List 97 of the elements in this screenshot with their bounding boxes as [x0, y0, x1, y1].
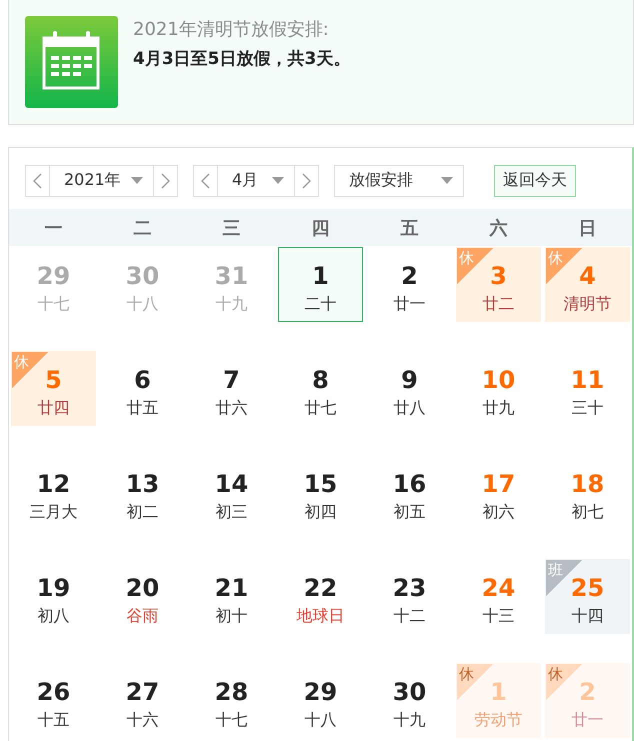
- lunar-date: 十七: [216, 710, 248, 731]
- lunar-date: 廿一: [572, 710, 604, 731]
- day-number: 1: [312, 262, 329, 290]
- day-number: 14: [214, 470, 248, 498]
- lunar-date: 初四: [304, 502, 336, 523]
- day-number: 5: [45, 366, 62, 394]
- day-number: 23: [392, 574, 426, 602]
- lunar-date: 廿九: [482, 398, 514, 419]
- lunar-date: 初七: [572, 502, 604, 523]
- day-number: 26: [36, 678, 70, 706]
- day-number: 1: [490, 678, 507, 706]
- lunar-date: 初五: [394, 502, 426, 523]
- day-number: 10: [482, 366, 516, 394]
- lunar-date: 廿八: [394, 398, 426, 419]
- notice-summary: 4月3日至5日放假，共3天。: [133, 48, 350, 70]
- lunar-date: 初八: [38, 606, 70, 627]
- day-number: 3: [490, 262, 507, 290]
- lunar-date: 初二: [126, 502, 158, 523]
- lunar-date: 十三: [482, 606, 514, 627]
- chevron-right-icon: [302, 172, 311, 188]
- lunar-date: 地球日: [296, 606, 344, 627]
- holiday-badge: 休: [546, 664, 582, 700]
- chevron-left-icon: [33, 172, 42, 188]
- day-number: 22: [304, 574, 338, 602]
- caret-icon: [441, 177, 453, 184]
- lunar-date: 二十: [304, 294, 336, 315]
- lunar-date: 十五: [38, 710, 70, 731]
- weekday-label: 五: [400, 216, 420, 240]
- day-number: 18: [570, 470, 604, 498]
- lunar-date: 初六: [482, 502, 514, 523]
- weekday-label: 四: [310, 216, 330, 240]
- day-number: 21: [214, 574, 248, 602]
- lunar-date: 十六: [126, 710, 158, 731]
- day-cell[interactable]: 休 5 廿四: [11, 351, 96, 426]
- lunar-date: 十七: [38, 294, 70, 315]
- lunar-date: 三月大: [30, 502, 78, 523]
- day-number: 19: [36, 574, 70, 602]
- lunar-date: 劳动节: [474, 710, 522, 731]
- day-number: 8: [312, 366, 329, 394]
- day-cell[interactable]: 休 4 清明节: [545, 247, 630, 322]
- weekday-label: 二: [132, 216, 152, 240]
- day-cell[interactable]: 休 3 廿二: [456, 247, 541, 322]
- calendar-icon: [25, 16, 118, 108]
- day-number: 4: [579, 262, 596, 290]
- lunar-date: 谷雨: [126, 606, 158, 627]
- lunar-date: 十八: [304, 710, 336, 731]
- lunar-date: 初十: [216, 606, 248, 627]
- lunar-date: 十九: [394, 710, 426, 731]
- chevron-left-icon: [201, 172, 210, 188]
- day-number: 29: [36, 262, 70, 290]
- weekday-label: 三: [222, 216, 242, 240]
- day-number: 12: [36, 470, 70, 498]
- day-number: 6: [134, 366, 151, 394]
- day-cell[interactable]: 班 25 十四: [545, 559, 630, 634]
- day-number: 2: [401, 262, 418, 290]
- day-number: 9: [401, 366, 418, 394]
- day-number: 28: [214, 678, 248, 706]
- lunar-date: 清明节: [564, 294, 612, 315]
- holiday-badge: 休: [457, 664, 493, 700]
- day-cell[interactable]: 1 二十: [278, 247, 363, 322]
- day-number: 20: [126, 574, 160, 602]
- lunar-date: 廿五: [126, 398, 158, 419]
- day-number: 30: [126, 262, 160, 290]
- day-number: 25: [570, 574, 604, 602]
- lunar-date: 廿一: [394, 294, 426, 315]
- day-number: 2: [579, 678, 596, 706]
- day-number: 7: [223, 366, 240, 394]
- day-number: 16: [392, 470, 426, 498]
- notice-title: 2021年清明节放假安排:: [133, 18, 330, 41]
- day-number: 24: [482, 574, 516, 602]
- caret-icon: [272, 177, 284, 184]
- lunar-date: 廿四: [38, 398, 70, 419]
- today-button[interactable]: 返回今天: [494, 164, 576, 196]
- lunar-date: 三十: [572, 398, 604, 419]
- holiday-badge: 休: [12, 352, 48, 388]
- chevron-right-icon: [161, 172, 170, 188]
- lunar-date: 廿七: [304, 398, 336, 419]
- weekday-label: 六: [488, 216, 508, 240]
- lunar-date: 初三: [216, 502, 248, 523]
- day-number: 11: [570, 366, 604, 394]
- lunar-date: 十二: [394, 606, 426, 627]
- day-number: 30: [392, 678, 426, 706]
- lunar-date: 廿六: [216, 398, 248, 419]
- lunar-date: 十四: [572, 606, 604, 627]
- caret-icon: [131, 177, 143, 184]
- day-number: 27: [126, 678, 160, 706]
- day-number: 31: [214, 262, 248, 290]
- lunar-date: 十八: [126, 294, 158, 315]
- day-number: 13: [126, 470, 160, 498]
- day-number: 15: [304, 470, 338, 498]
- day-number: 17: [482, 470, 516, 498]
- lunar-date: 十九: [216, 294, 248, 315]
- holiday-badge: 休: [457, 248, 493, 284]
- weekday-label: 一: [44, 216, 64, 240]
- weekday-label: 日: [578, 216, 598, 240]
- lunar-date: 廿二: [482, 294, 514, 315]
- day-number: 29: [304, 678, 338, 706]
